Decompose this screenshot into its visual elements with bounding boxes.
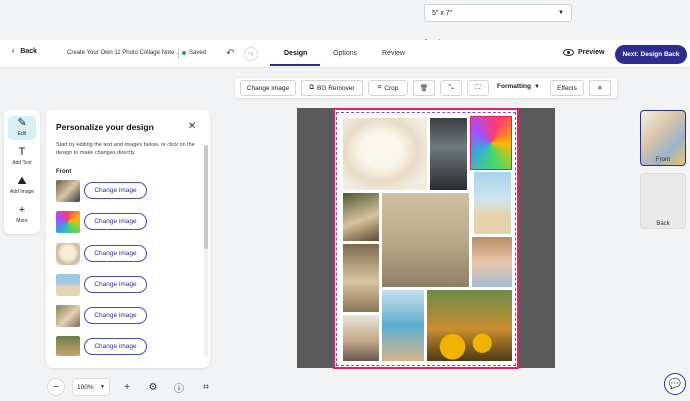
- active-tab-indicator: [270, 64, 320, 66]
- close-toolbar-button[interactable]: ✕: [589, 80, 611, 96]
- change-image-button[interactable]: Change image: [240, 80, 296, 96]
- redo-icon[interactable]: ↷: [244, 47, 258, 61]
- rail-item-label: Add Text: [12, 160, 32, 166]
- preview-label: Preview: [578, 49, 605, 56]
- formatting-label: Formatting: [497, 83, 531, 90]
- saved-status: Saved: [182, 50, 206, 56]
- tab-review[interactable]: Review: [382, 50, 405, 57]
- saved-label: Saved: [189, 50, 207, 56]
- caret-down-icon: ▼: [100, 384, 105, 390]
- plus-icon: +: [18, 204, 26, 216]
- zoom-level-select[interactable]: 100% ▼: [72, 378, 110, 396]
- tab-design[interactable]: Design: [284, 50, 307, 57]
- change-image-button[interactable]: Change image: [84, 338, 147, 355]
- close-icon: ✕: [597, 85, 603, 92]
- back-button[interactable]: ‹ Back: [12, 48, 37, 55]
- change-image-button[interactable]: Change image: [84, 213, 147, 230]
- caret-down-icon: ▼: [533, 83, 540, 90]
- trash-icon: 🗑: [419, 85, 429, 92]
- crop-icon: ⌗: [377, 84, 382, 91]
- size-select-value: 5" x 7": [432, 9, 453, 17]
- resize-button[interactable]: ⤡: [440, 80, 462, 96]
- rail-item-add-text[interactable]: T Add Text: [4, 146, 40, 167]
- crop-button[interactable]: ⌗ Crop: [368, 80, 408, 96]
- preview-button[interactable]: Preview: [563, 49, 604, 56]
- image-thumbnail[interactable]: [56, 180, 80, 202]
- crop-tool-icon[interactable]: ⌗: [197, 378, 215, 396]
- zoom-value: 100%: [77, 383, 94, 391]
- back-label: Back: [20, 48, 38, 55]
- rail-item-edit[interactable]: ✎ Edit: [4, 117, 40, 138]
- change-image-button[interactable]: Change image: [84, 276, 147, 293]
- safe-area-guide: [336, 112, 516, 366]
- image-thumbnail[interactable]: [56, 211, 80, 233]
- image-icon: ⛰: [17, 175, 27, 187]
- front-section-label: Front: [56, 169, 72, 175]
- page-thumbnail-label: Front: [655, 157, 670, 163]
- rail-item-label: Add Image: [9, 189, 35, 195]
- panel-scrollbar-thumb[interactable]: [204, 145, 208, 249]
- image-thumbnail[interactable]: [56, 243, 80, 265]
- fit-button[interactable]: ⛶: [467, 80, 489, 96]
- divider: [178, 48, 179, 59]
- page-thumbnail-label: Back: [656, 221, 670, 227]
- tab-options[interactable]: Options: [333, 50, 357, 57]
- crop-label: Crop: [384, 84, 399, 92]
- undo-icon[interactable]: ↶: [226, 48, 234, 59]
- magic-wand-icon: ✎: [17, 117, 27, 129]
- change-image-button[interactable]: Change image: [84, 307, 147, 324]
- zoom-in-button[interactable]: +: [118, 378, 136, 396]
- effects-button[interactable]: Effects: [550, 80, 584, 96]
- change-image-button[interactable]: Change image: [84, 245, 147, 262]
- size-select[interactable]: 5" x 7" ▼: [424, 4, 572, 22]
- rail-item-more[interactable]: + More: [4, 204, 40, 225]
- rail-item-label: More: [16, 218, 28, 224]
- rail-item-label: Edit: [17, 131, 27, 137]
- chevron-down-icon: ▼: [558, 10, 564, 16]
- chevron-left-icon: ‹: [12, 48, 15, 55]
- change-image-button[interactable]: Change image: [84, 182, 147, 199]
- bg-remover-button[interactable]: ⧉ BG Remover: [301, 80, 363, 96]
- zoom-out-button[interactable]: −: [47, 378, 65, 396]
- formatting-dropdown[interactable]: Formatting ▼: [497, 83, 540, 90]
- resize-icon: ⤡: [448, 84, 454, 91]
- close-icon[interactable]: ✕: [188, 121, 196, 132]
- next-design-back-button[interactable]: Next: Design Back: [615, 45, 687, 64]
- image-thumbnail[interactable]: [56, 336, 80, 356]
- bg-remover-label: BG Remover: [317, 84, 355, 92]
- image-thumbnail[interactable]: [56, 305, 80, 327]
- chat-help-icon[interactable]: 💬: [664, 373, 686, 395]
- bg-remover-icon: ⧉: [309, 84, 315, 91]
- help-circle-icon[interactable]: ⓘ: [170, 378, 188, 396]
- panel-title: Personalize your design: [56, 122, 154, 132]
- fit-icon: ⛶: [475, 84, 481, 91]
- settings-gear-icon[interactable]: ⚙: [144, 378, 162, 396]
- saved-dot-icon: [182, 51, 186, 55]
- image-thumbnail[interactable]: [56, 274, 80, 296]
- rail-item-add-image[interactable]: ⛰ Add Image: [4, 175, 40, 196]
- eye-icon: [563, 49, 574, 56]
- panel-description: Start by editing the text and images bel…: [56, 142, 195, 156]
- delete-button[interactable]: 🗑: [413, 80, 435, 96]
- document-title: Create Your Own 11 Photo Collage Note ..…: [67, 50, 181, 56]
- text-icon: T: [18, 146, 26, 158]
